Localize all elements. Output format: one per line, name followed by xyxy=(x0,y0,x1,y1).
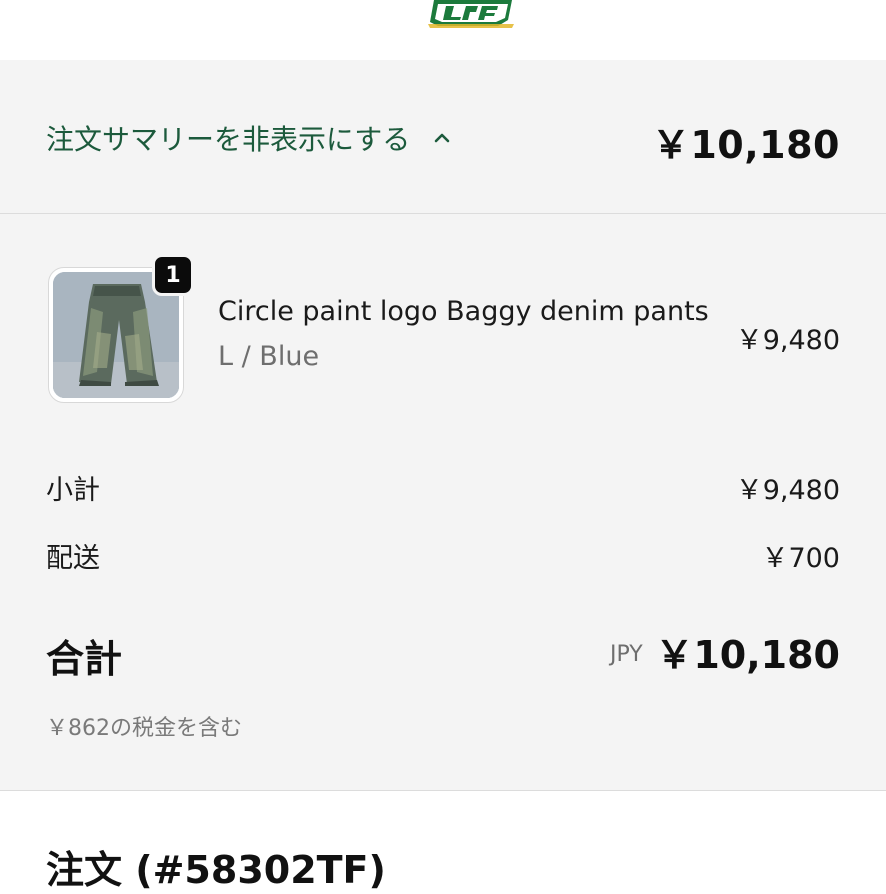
hide-order-summary-label: 注文サマリーを非表示にする xyxy=(46,123,411,156)
summary-total-amount: ￥10,180 xyxy=(651,123,840,167)
shipping-value: ￥700 xyxy=(761,543,840,574)
product-thumbnail: 1 xyxy=(48,254,194,403)
product-name: Circle paint logo Baggy denim pants xyxy=(218,296,709,327)
total-currency: JPY xyxy=(610,642,643,667)
total-label: 合計 xyxy=(46,637,123,681)
subtotal-label: 小計 xyxy=(46,475,100,506)
order-section: 注文 (#58302TF) xyxy=(0,791,886,892)
product-price: ￥9,480 xyxy=(735,325,840,356)
brand-logo-icon[interactable] xyxy=(428,0,518,28)
hide-order-summary-link[interactable]: 注文サマリーを非表示にする xyxy=(46,118,452,158)
quantity-badge: 1 xyxy=(152,254,194,296)
order-summary-toggle-bar: 注文サマリーを非表示にする ￥10,180 xyxy=(0,60,886,214)
product-variant: L / Blue xyxy=(218,341,320,372)
tax-included-note: ￥862の税金を含む xyxy=(46,716,242,741)
subtotal-value: ￥9,480 xyxy=(735,475,840,506)
shipping-label: 配送 xyxy=(46,543,100,574)
store-header xyxy=(0,0,886,60)
order-summary-panel: 1 Circle paint logo Baggy denim pants L … xyxy=(0,214,886,791)
total-value: ￥10,180 xyxy=(655,633,840,677)
chevron-up-icon xyxy=(434,133,450,143)
